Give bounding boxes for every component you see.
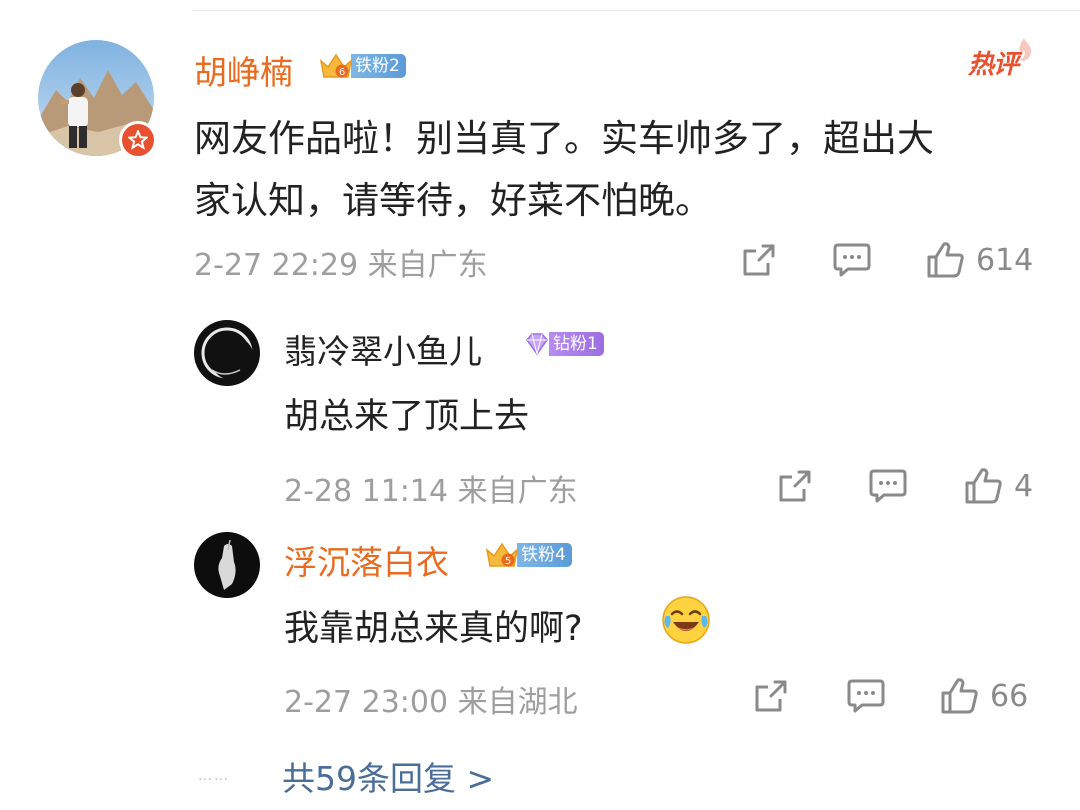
like-icon	[941, 678, 978, 714]
main-comment-line2: 家认知，请等待，好菜不怕晚。	[194, 179, 712, 222]
fan-badge-label: 铁粉2	[351, 54, 406, 78]
reply1-share-button[interactable]	[776, 467, 814, 505]
comment-icon	[869, 469, 907, 503]
reply2-fan-badge[interactable]: 5 铁粉4	[484, 540, 572, 570]
reply1-text: 胡总来了顶上去	[284, 397, 530, 437]
svg-text:5: 5	[505, 556, 511, 567]
reply2-like-count: 66	[990, 678, 1029, 714]
main-comment-button[interactable]	[832, 241, 872, 279]
main-comment-meta: 2-27 22:29 来自广东	[194, 248, 488, 283]
more-replies-dots: ……	[198, 768, 230, 784]
like-icon	[927, 242, 964, 278]
diamond-icon	[522, 329, 552, 359]
main-comment-line1: 网友作品啦！别当真了。实车帅多了，超出大	[194, 117, 934, 160]
star-icon	[128, 130, 148, 150]
reply2-meta: 2-27 23:00 来自湖北	[284, 685, 578, 720]
verified-badge	[119, 121, 157, 159]
reply1-comment-button[interactable]	[868, 467, 908, 505]
reply2-author-avatar[interactable]	[194, 532, 260, 598]
reply2-share-button[interactable]	[752, 677, 790, 715]
reply1-like-count: 4	[1014, 468, 1034, 504]
reply2-text: 我靠胡总来真的啊?	[284, 609, 583, 649]
crown-icon: 6	[318, 51, 354, 81]
reply2-comment-button[interactable]	[846, 677, 886, 715]
reply2-fan-badge-label: 铁粉4	[517, 543, 572, 567]
more-replies-link[interactable]: 共59条回复 >	[282, 752, 494, 800]
reply1-author-avatar[interactable]	[194, 320, 260, 386]
hot-comment-badge: 热评	[968, 38, 1032, 81]
main-author-name[interactable]: 胡峥楠	[194, 46, 293, 94]
share-icon	[779, 470, 811, 502]
comment-icon	[847, 679, 885, 713]
fan-badge[interactable]: 6 铁粉2	[318, 51, 406, 81]
reply1-like-button[interactable]: 4	[964, 466, 1033, 506]
reply1-fan-badge-label: 钻粉1	[549, 332, 604, 356]
crown-icon: 5	[484, 540, 520, 570]
flame-icon	[1019, 38, 1032, 61]
reply2-like-button[interactable]: 66	[940, 676, 1028, 716]
main-comment-text: 网友作品啦！别当真了。实车帅多了，超出大 家认知，请等待，好菜不怕晚。	[194, 108, 934, 232]
reply1-fan-badge[interactable]: 钻粉1	[522, 329, 604, 359]
reply2-author-name[interactable]: 浮沉落白衣	[284, 536, 449, 584]
reply1-author-name[interactable]: 翡冷翠小鱼儿	[284, 325, 482, 373]
laughing-crying-emoji-icon	[660, 594, 712, 646]
top-divider	[192, 10, 1080, 11]
main-like-count: 614	[976, 242, 1034, 278]
main-like-button[interactable]: 614	[926, 240, 1033, 280]
reply1-meta: 2-28 11:14 来自广东	[284, 474, 578, 509]
main-share-button[interactable]	[740, 241, 778, 279]
comment-icon	[833, 243, 871, 277]
like-icon	[965, 468, 1002, 504]
share-icon	[755, 680, 787, 712]
share-icon	[743, 244, 775, 276]
svg-text:6: 6	[339, 67, 345, 78]
